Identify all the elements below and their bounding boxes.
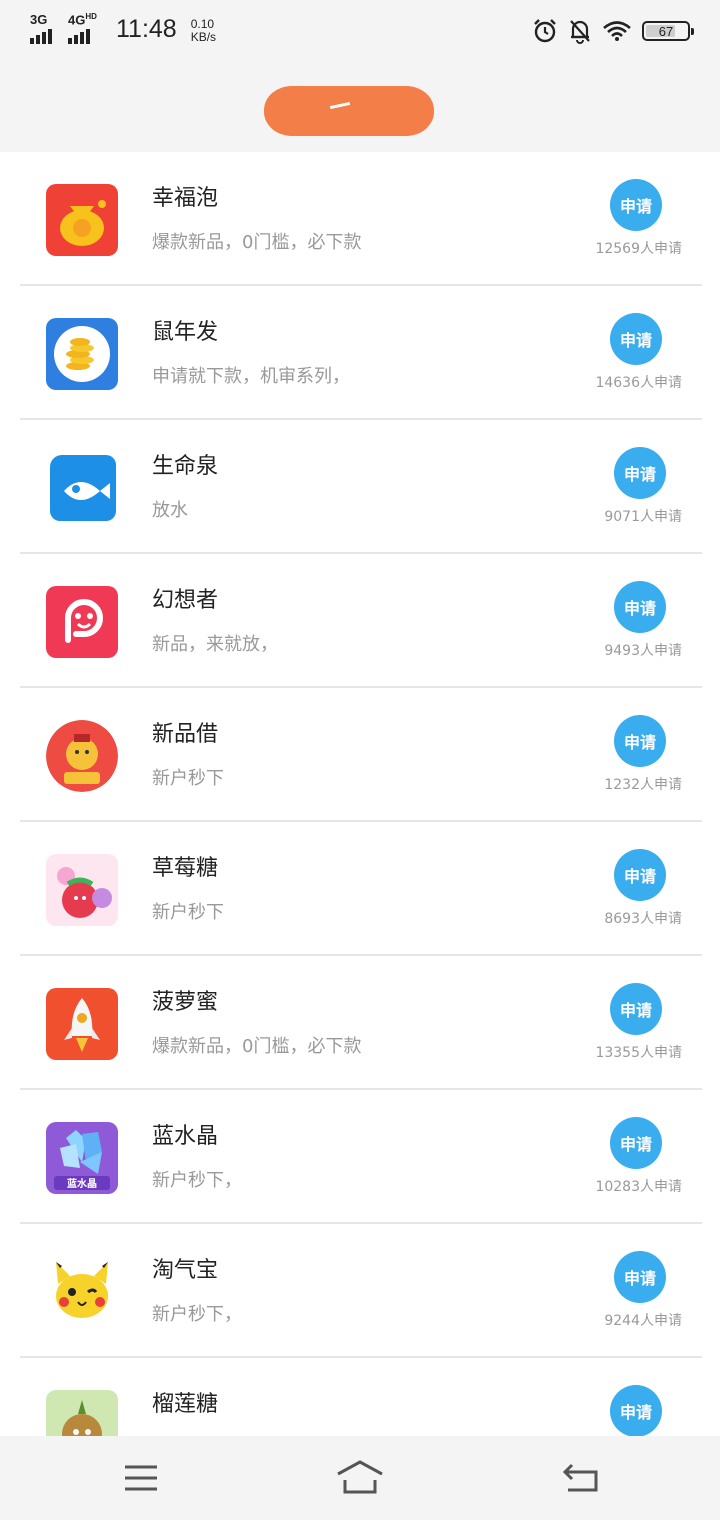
network-speed: 0.10 KB/s bbox=[190, 17, 217, 44]
apply-count: 13355人申请 bbox=[595, 1045, 682, 1061]
crystal-icon: 蓝水晶 bbox=[46, 1122, 118, 1194]
list-item[interactable]: 鼠年发 申请就下款，机审系列， 申请 14636人申请 bbox=[0, 286, 720, 420]
bell-off-icon bbox=[570, 20, 590, 44]
item-name: 幻想者 bbox=[152, 588, 219, 613]
apply-count: 10283人申请 bbox=[595, 1179, 682, 1195]
item-desc: 爆款新品，0门槛，必下款 bbox=[152, 232, 362, 253]
apply-count: 9244人申请 bbox=[604, 1313, 682, 1329]
apply-button[interactable]: 申请 bbox=[614, 581, 666, 633]
list-item[interactable]: 生命泉 放水 申请 9071人申请 bbox=[0, 420, 720, 554]
svg-text:蓝水晶: 蓝水晶 bbox=[67, 1177, 97, 1190]
apply-button[interactable]: 申请 bbox=[610, 983, 662, 1035]
item-name: 鼠年发 bbox=[152, 320, 219, 345]
list-item[interactable]: 幻想者 新品，来就放， 申请 9493人申请 bbox=[0, 554, 720, 688]
list-item[interactable]: 淘气宝 新户秒下， 申请 9244人申请 bbox=[0, 1224, 720, 1358]
lucky-cat-icon bbox=[46, 720, 118, 792]
item-desc: 申请就下款，机审系列， bbox=[152, 366, 350, 387]
apply-button[interactable]: 申请 bbox=[610, 1117, 662, 1169]
list-item[interactable]: 菠萝蜜 爆款新品，0门槛，必下款 申请 13355人申请 bbox=[0, 956, 720, 1090]
rocket-icon bbox=[46, 988, 118, 1060]
apply-count: 8693人申请 bbox=[604, 911, 682, 927]
list-item[interactable]: 幸福泡 爆款新品，0门槛，必下款 申请 12569人申请 bbox=[0, 152, 720, 286]
list-item[interactable]: 草莓糖 新户秒下 申请 8693人申请 bbox=[0, 822, 720, 956]
apply-count: 9071人申请 bbox=[604, 509, 682, 525]
item-desc: 爆款新品，0门槛，必下款 bbox=[152, 1036, 362, 1057]
item-name: 榴莲糖 bbox=[152, 1392, 219, 1417]
clock: 11:48 bbox=[116, 15, 177, 43]
redacted-title bbox=[264, 86, 434, 136]
apply-count: 1232人申请 bbox=[604, 777, 682, 793]
signal-4g-icon: 4GHD bbox=[68, 12, 102, 44]
smile-face-icon bbox=[46, 586, 118, 658]
battery-icon: 67 bbox=[642, 21, 694, 41]
item-name: 蓝水晶 bbox=[152, 1124, 219, 1149]
wifi-icon bbox=[603, 21, 631, 41]
alarm-icon bbox=[534, 19, 556, 43]
gold-coins-icon bbox=[46, 318, 118, 390]
nav-bar bbox=[0, 1436, 720, 1520]
strawberry-candy-icon bbox=[46, 854, 118, 926]
apply-button[interactable]: 申请 bbox=[610, 1385, 662, 1436]
item-desc: 新户秒下 bbox=[152, 768, 224, 789]
page-header bbox=[0, 64, 720, 152]
signal-3g-icon: 3G bbox=[30, 12, 60, 44]
home-icon[interactable] bbox=[335, 1458, 385, 1498]
item-desc: 新户秒下 bbox=[152, 902, 224, 923]
item-desc: 新品，来就放， bbox=[152, 634, 278, 655]
apply-button[interactable]: 申请 bbox=[610, 313, 662, 365]
apply-button[interactable]: 申请 bbox=[610, 179, 662, 231]
item-desc: 新户秒下， bbox=[152, 1170, 242, 1191]
list-item[interactable]: 榴莲糖 申请 bbox=[0, 1358, 720, 1436]
list-item[interactable]: 蓝水晶 蓝水晶 新户秒下， 申请 10283人申请 bbox=[0, 1090, 720, 1224]
app-list[interactable]: 幸福泡 爆款新品，0门槛，必下款 申请 12569人申请 鼠年发 申请就下款，机… bbox=[0, 152, 720, 1436]
item-name: 生命泉 bbox=[152, 454, 219, 479]
money-bag-icon bbox=[46, 184, 118, 256]
item-name: 淘气宝 bbox=[152, 1258, 219, 1283]
item-name: 菠萝蜜 bbox=[152, 990, 219, 1015]
apply-count: 14636人申请 bbox=[595, 375, 682, 391]
list-item[interactable]: 新品借 新户秒下 申请 1232人申请 bbox=[0, 688, 720, 822]
back-icon[interactable] bbox=[555, 1458, 605, 1498]
apply-count: 9493人申请 bbox=[604, 643, 682, 659]
durian-icon bbox=[46, 1390, 118, 1436]
fish-icon bbox=[50, 455, 116, 521]
apply-button[interactable]: 申请 bbox=[614, 447, 666, 499]
apply-button[interactable]: 申请 bbox=[614, 715, 666, 767]
apply-button[interactable]: 申请 bbox=[614, 1251, 666, 1303]
item-desc: 放水 bbox=[152, 500, 188, 521]
menu-icon[interactable] bbox=[116, 1458, 166, 1498]
apply-button[interactable]: 申请 bbox=[614, 849, 666, 901]
item-name: 幸福泡 bbox=[152, 186, 219, 211]
item-name: 草莓糖 bbox=[152, 856, 219, 881]
status-bar: 3G 4GHD 11:48 0.10 KB/s 67 bbox=[0, 0, 720, 64]
apply-count: 12569人申请 bbox=[595, 241, 682, 257]
pikachu-icon bbox=[46, 1256, 118, 1328]
item-name: 新品借 bbox=[152, 722, 219, 747]
item-desc: 新户秒下， bbox=[152, 1304, 242, 1325]
